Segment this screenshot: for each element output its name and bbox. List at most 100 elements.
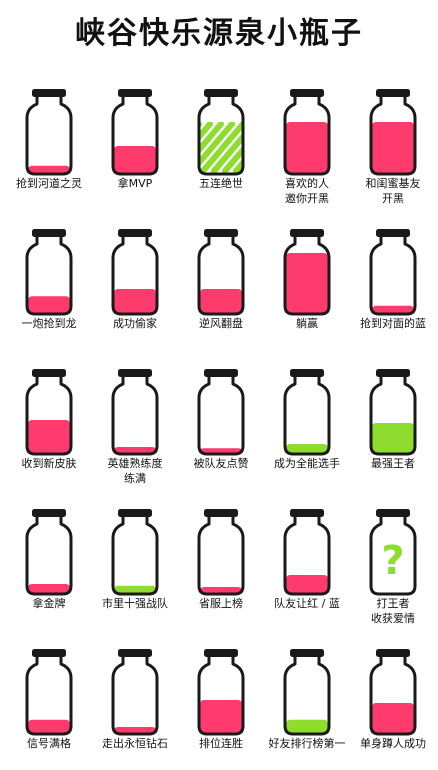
bottle-label-line: 抢到对面的蓝	[360, 317, 426, 330]
bottle-item: 被队友点赞	[177, 360, 265, 490]
bottle-cap	[32, 89, 66, 97]
bottle-cap	[290, 649, 324, 657]
bottle-label: 被队友点赞	[177, 456, 265, 471]
bottle-label-line: 逆风翻盘	[199, 317, 243, 330]
liquid-fill	[114, 447, 156, 453]
bottle-label-line: 喜欢的人	[285, 177, 329, 190]
bottle-cap	[32, 509, 66, 517]
bottle-label: 收到新皮肤	[5, 456, 93, 471]
liquid-fill	[286, 719, 328, 733]
bottle-cap	[118, 89, 152, 97]
bottle-cap	[376, 509, 410, 517]
bottle-label: 和闺蜜基友 开黑	[349, 176, 437, 206]
liquid-fill	[200, 289, 242, 313]
bottle-item: 躺赢	[263, 220, 351, 350]
bottle-item: 和闺蜜基友 开黑	[349, 80, 437, 210]
bottle-cap	[204, 229, 238, 237]
jar-icon	[369, 229, 417, 316]
jar-icon	[369, 649, 417, 736]
bottle-label-line: 省服上榜	[199, 597, 243, 610]
bottle-label: 最强王者	[349, 456, 437, 471]
bottle-outline	[111, 656, 159, 736]
bottle-label: 队友让红 / 蓝	[263, 596, 351, 611]
bottle-label: 打王者 收获爱情	[349, 596, 437, 626]
bottle-label-line: 信号满格	[27, 737, 71, 750]
jar-icon	[111, 369, 159, 456]
bottle-label-line: 最强王者	[371, 457, 415, 470]
bottle-label-line: 开黑	[382, 192, 404, 205]
liquid-fill	[28, 165, 70, 173]
liquid-fill	[200, 700, 242, 733]
jar-icon	[111, 229, 159, 316]
bottle-label: 走出永恒钻石	[91, 736, 179, 751]
jar-icon	[197, 89, 245, 176]
bottle-item: 喜欢的人 邀你开黑	[263, 80, 351, 210]
jar-icon	[369, 369, 417, 456]
liquid-fill	[286, 575, 328, 593]
jar-icon	[25, 649, 73, 736]
bottle-label: 躺赢	[263, 316, 351, 331]
bottle-cap	[118, 229, 152, 237]
bottle-item: 抢到河道之灵	[5, 80, 93, 210]
bottle-label: 成功偷家	[91, 316, 179, 331]
bottle-cap	[204, 649, 238, 657]
jar-icon	[111, 509, 159, 596]
bottle-item: 市里十强战队	[91, 500, 179, 630]
bottle-cap	[32, 649, 66, 657]
bottle-outline	[111, 516, 159, 596]
jar-icon	[283, 509, 331, 596]
bottle-label-line: 五连绝世	[199, 177, 243, 190]
liquid-fill	[114, 146, 156, 173]
jar-icon	[25, 229, 73, 316]
bottle-label: 拿MVP	[91, 176, 179, 191]
jar-icon: ?	[369, 509, 417, 596]
jar-icon	[111, 89, 159, 176]
jar-icon	[283, 89, 331, 176]
bottle-label-line: 拿MVP	[117, 177, 153, 190]
bottle-item: 拿MVP	[91, 80, 179, 210]
liquid-fill	[372, 305, 414, 313]
bottle-label-line: 收到新皮肤	[21, 457, 77, 470]
jar-icon	[283, 369, 331, 456]
bottle-cap	[118, 649, 152, 657]
bottle-cap	[290, 509, 324, 517]
liquid-fill	[200, 587, 242, 593]
liquid-fill	[114, 727, 156, 733]
bottle-label: 五连绝世	[177, 176, 265, 191]
bottle-outline	[25, 516, 73, 596]
bottle-item: ? 打王者 收获爱情	[349, 500, 437, 630]
bottle-label-line: 和闺蜜基友	[365, 177, 421, 190]
jar-icon	[25, 509, 73, 596]
liquid-fill	[28, 584, 70, 593]
bottle-label-line: 拿金牌	[32, 597, 66, 610]
bottle-cap	[32, 369, 66, 377]
page-title: 峡谷快乐源泉小瓶子	[75, 16, 363, 51]
jar-icon	[111, 649, 159, 736]
bottle-label-line: 邀你开黑	[285, 192, 329, 205]
bottle-label-line: 一炮抢到龙	[21, 317, 77, 330]
bottle-label-line: 排位连胜	[199, 737, 243, 750]
bottle-outline	[25, 96, 73, 176]
bottle-item: 走出永恒钻石	[91, 640, 179, 770]
bottle-label: 逆风翻盘	[177, 316, 265, 331]
bottle-outline	[369, 236, 417, 316]
bottle-label-line: 好友排行榜第一	[268, 737, 346, 750]
bottle-label-line: 练满	[124, 472, 146, 485]
bottle-outline	[283, 376, 331, 456]
jar-icon	[197, 649, 245, 736]
bottle-item: 队友让红 / 蓝	[263, 500, 351, 630]
liquid-fill	[372, 703, 414, 733]
liquid-fill	[199, 122, 243, 173]
bottle-outline	[197, 376, 245, 456]
bottle-label: 排位连胜	[177, 736, 265, 751]
bottle-label-line: 被队友点赞	[193, 457, 249, 470]
bottle-label: 一炮抢到龙	[5, 316, 93, 331]
liquid-fill	[114, 289, 156, 313]
bottle-label-line: 打王者	[376, 597, 410, 610]
bottle-label: 喜欢的人 邀你开黑	[263, 176, 351, 206]
bottle-item: 好友排行榜第一	[263, 640, 351, 770]
bottle-label-line: 单身蹲人成功	[360, 737, 426, 750]
bottle-label: 市里十强战队	[91, 596, 179, 611]
bottle-cap	[118, 369, 152, 377]
bottle-cap	[290, 369, 324, 377]
